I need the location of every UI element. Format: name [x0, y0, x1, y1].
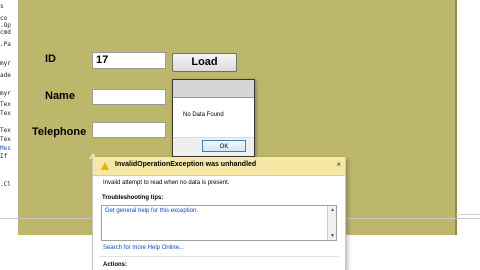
message-box-titlebar[interactable]	[173, 80, 254, 98]
load-button[interactable]: Load	[172, 53, 237, 72]
scroll-up-icon[interactable]: ▲	[330, 207, 335, 213]
telephone-label: Telephone	[32, 126, 87, 138]
scroll-down-icon[interactable]: ▼	[330, 233, 335, 239]
ok-button[interactable]: OK	[202, 140, 246, 152]
code-line: .Pa	[0, 41, 11, 48]
exception-message: Invalid attempt to read when no data is …	[103, 180, 230, 186]
code-line: cmd	[0, 29, 11, 36]
code-line: myr	[0, 90, 11, 97]
divider	[99, 256, 339, 257]
actions-heading: Actions:	[103, 262, 127, 268]
exception-header: InvalidOperationException was unhandled …	[93, 157, 345, 176]
code-line: Tex	[0, 127, 11, 134]
code-line: Mes	[0, 145, 11, 152]
code-line: .Op	[0, 22, 11, 29]
tips-list: Get general help for this exception. ▲ ▼	[101, 205, 337, 241]
code-editor-margin: s co .Op cmd .Pa myr ade myr Tex Tex Tex…	[0, 0, 18, 270]
divider	[456, 214, 480, 215]
telephone-field[interactable]	[92, 122, 166, 138]
code-line: Tex	[0, 136, 11, 143]
code-line: myr	[0, 60, 11, 67]
tips-heading: Troubleshooting tips:	[102, 195, 164, 201]
message-box-footer: OK	[173, 137, 254, 156]
search-help-link[interactable]: Search for more Help Online...	[103, 245, 184, 251]
help-link[interactable]: Get general help for this exception.	[105, 208, 198, 214]
code-line: s	[0, 3, 4, 10]
name-field[interactable]	[92, 89, 166, 105]
exception-assistant: InvalidOperationException was unhandled …	[92, 157, 346, 270]
message-box: No Data Found OK	[172, 79, 255, 157]
code-line: ade	[0, 72, 11, 79]
code-line: Tex	[0, 110, 11, 117]
warning-icon	[101, 162, 109, 170]
exception-title: InvalidOperationException was unhandled	[115, 161, 257, 168]
close-icon[interactable]: ×	[336, 160, 341, 169]
code-line: If	[0, 153, 8, 160]
id-label: ID	[45, 53, 56, 65]
code-line: Tex	[0, 101, 11, 108]
form-border	[455, 0, 457, 235]
tips-scrollbar[interactable]: ▲ ▼	[327, 206, 336, 240]
name-label: Name	[45, 90, 75, 102]
message-box-text: No Data Found	[183, 112, 224, 118]
id-field[interactable]: 17	[92, 52, 166, 69]
code-line: co	[0, 15, 8, 22]
code-line: .Cl	[0, 181, 11, 188]
